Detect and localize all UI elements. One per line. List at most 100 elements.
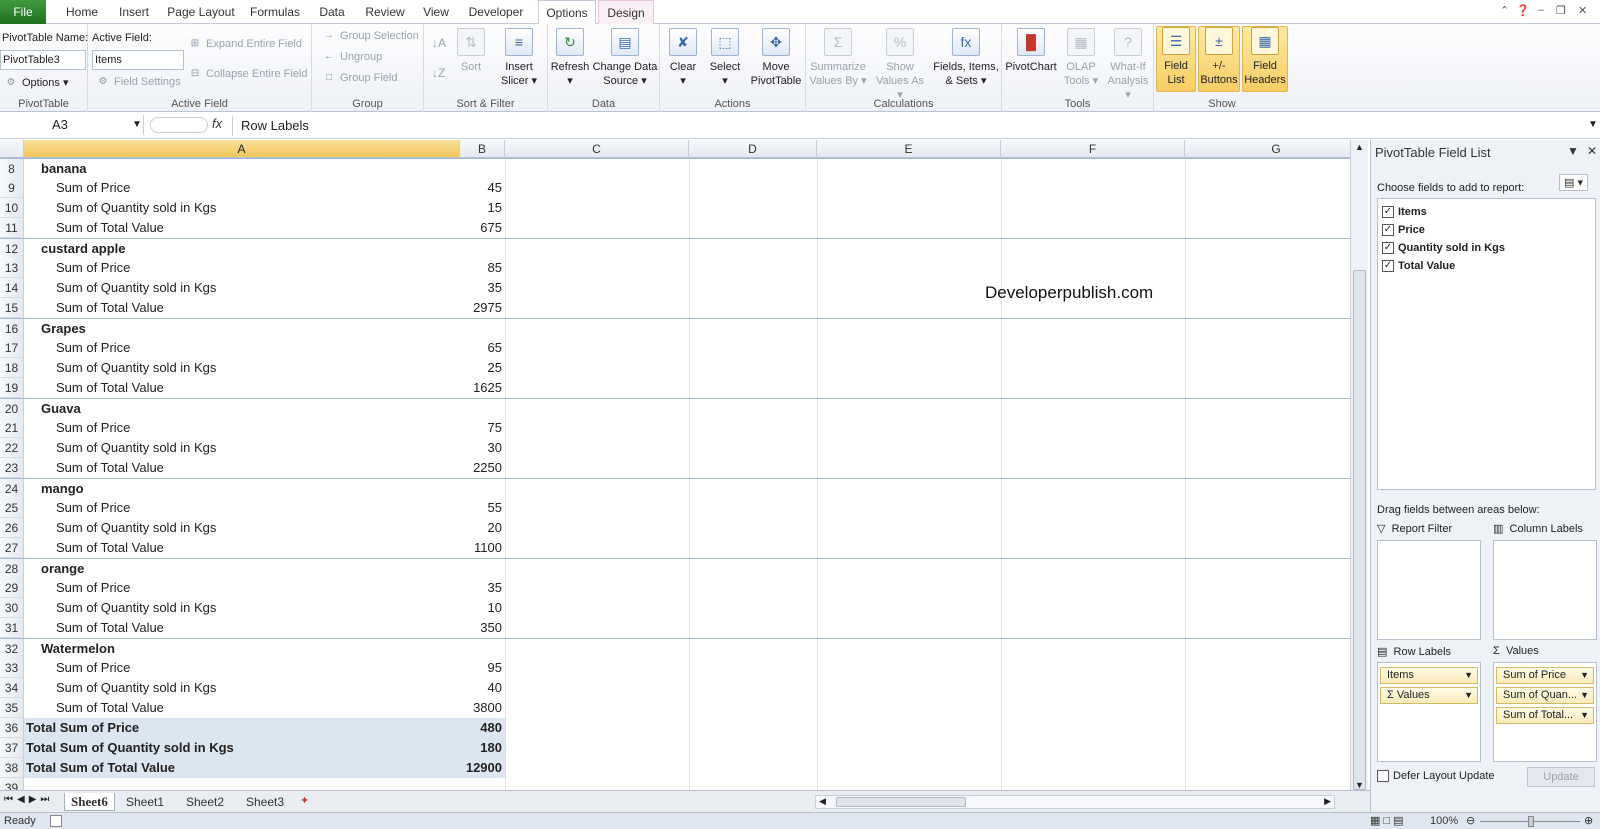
cell-b[interactable]: 55 xyxy=(460,498,505,518)
cell-a[interactable]: banana xyxy=(24,159,460,179)
tab-design[interactable]: Design xyxy=(598,0,654,24)
row-number[interactable]: 25 xyxy=(0,498,24,518)
fields-items-sets-button[interactable]: fx Fields, Items, & Sets ▾ xyxy=(932,28,1000,88)
chevron-down-icon[interactable]: ▼ xyxy=(1464,668,1473,683)
row-number[interactable]: 35 xyxy=(0,698,24,718)
defer-checkbox[interactable] xyxy=(1377,770,1389,783)
cell-b[interactable]: 20 xyxy=(460,518,505,538)
row-labels-area[interactable]: Items ▼ Σ Values ▼ xyxy=(1377,662,1481,762)
column-header-c[interactable]: C xyxy=(505,140,689,158)
chevron-down-icon[interactable]: ▼ xyxy=(1580,688,1589,703)
close-icon[interactable]: ✕ xyxy=(1587,144,1597,158)
select-button[interactable]: ⬚ Select ▾ xyxy=(706,28,744,88)
vertical-scroll-thumb[interactable] xyxy=(1353,270,1366,790)
show-values-as-button[interactable]: % Show Values As ▾ xyxy=(872,28,928,102)
cell-b[interactable]: 480 xyxy=(460,718,505,738)
row-number[interactable]: 21 xyxy=(0,418,24,438)
cell-a[interactable]: Sum of Price xyxy=(24,498,460,518)
cell-b[interactable] xyxy=(460,319,505,339)
value-chip-sum-total[interactable]: Sum of Total... ▼ xyxy=(1496,707,1594,724)
cell-b[interactable]: 3800 xyxy=(460,698,505,718)
cell-a[interactable] xyxy=(24,778,460,790)
layout-picker-icon[interactable]: ▤ ▾ xyxy=(1559,174,1588,191)
chevron-down-icon[interactable]: ▼ xyxy=(1580,668,1589,683)
worksheet-grid[interactable]: A B C D E F G 8 banana 9 Sum of Price 45 10 Su… xyxy=(0,140,1350,790)
cell-b[interactable]: 2975 xyxy=(460,298,505,318)
field-list-button[interactable]: ☰ Field List xyxy=(1156,26,1196,92)
move-pivottable-button[interactable]: ✥ Move PivotTable xyxy=(748,28,804,88)
cell-a[interactable]: Total Sum of Total Value xyxy=(24,758,460,778)
cell-a[interactable]: Sum of Quantity sold in Kgs xyxy=(24,678,460,698)
refresh-button[interactable]: ↻ Refresh ▾ xyxy=(550,28,590,88)
row-number[interactable]: 8 xyxy=(0,159,24,179)
value-chip-sum-price[interactable]: Sum of Price ▼ xyxy=(1496,667,1594,684)
tab-developer[interactable]: Developer xyxy=(462,0,530,24)
cell-a[interactable]: Sum of Total Value xyxy=(24,698,460,718)
scroll-left-icon[interactable]: ◀ xyxy=(819,796,826,807)
row-number[interactable]: 30 xyxy=(0,598,24,618)
row-number[interactable]: 39 xyxy=(0,778,24,790)
cell-b[interactable] xyxy=(460,559,505,579)
row-number[interactable]: 37 xyxy=(0,738,24,758)
cell-a[interactable]: Sum of Total Value xyxy=(24,298,460,318)
row-number[interactable]: 15 xyxy=(0,298,24,318)
cell-b[interactable]: 85 xyxy=(460,258,505,278)
cell-b[interactable]: 15 xyxy=(460,198,505,218)
sort-button[interactable]: ⇅ Sort xyxy=(454,28,488,74)
row-number[interactable]: 20 xyxy=(0,399,24,419)
plus-minus-buttons-button[interactable]: ± +/- Buttons xyxy=(1198,26,1240,92)
cell-b[interactable]: 1625 xyxy=(460,378,505,398)
cell-b[interactable] xyxy=(460,778,505,790)
cell-a[interactable]: Sum of Price xyxy=(24,658,460,678)
field-item[interactable]: ✓ Total Value xyxy=(1382,257,1455,275)
name-box[interactable]: A3 ▼ xyxy=(0,115,144,135)
cell-b[interactable]: 180 xyxy=(460,738,505,758)
what-if-button[interactable]: ? What-If Analysis ▾ xyxy=(1104,28,1152,102)
cell-a[interactable]: Watermelon xyxy=(24,639,460,659)
cell-b[interactable]: 25 xyxy=(460,358,505,378)
field-checkbox[interactable]: ✓ xyxy=(1382,206,1394,219)
sheet-tab-sheet3[interactable]: Sheet3 xyxy=(240,793,290,811)
column-header-a[interactable]: A xyxy=(24,140,460,158)
tab-insert[interactable]: Insert xyxy=(112,0,156,24)
pivotchart-button[interactable]: █ PivotChart xyxy=(1004,28,1058,74)
cell-b[interactable]: 2250 xyxy=(460,458,505,478)
cell-a[interactable]: Sum of Quantity sold in Kgs xyxy=(24,598,460,618)
horizontal-scrollbar[interactable]: ◀ ▶ xyxy=(815,795,1335,809)
ungroup-button[interactable]: ← Ungroup xyxy=(322,51,382,63)
sheet-tab-sheet1[interactable]: Sheet1 xyxy=(120,793,170,811)
row-number[interactable]: 36 xyxy=(0,718,24,738)
insert-sheet-icon[interactable]: ✦ xyxy=(300,794,309,807)
change-data-source-button[interactable]: ▤ Change Data Source ▾ xyxy=(592,28,658,88)
insert-function-icon[interactable]: fx xyxy=(212,116,222,131)
cell-a[interactable]: Sum of Total Value xyxy=(24,458,460,478)
options-button[interactable]: ⚙ Options ▾ xyxy=(4,76,69,89)
horizontal-scroll-thumb[interactable] xyxy=(836,797,966,807)
row-number[interactable]: 28 xyxy=(0,559,24,579)
cell-a[interactable]: Sum of Price xyxy=(24,338,460,358)
field-headers-button[interactable]: ▦ Field Headers xyxy=(1242,26,1288,92)
cell-b[interactable] xyxy=(460,159,505,179)
scroll-right-icon[interactable]: ▶ xyxy=(1324,796,1331,807)
cell-a[interactable]: Sum of Price xyxy=(24,258,460,278)
chevron-down-icon[interactable]: ▼ xyxy=(1464,688,1473,703)
cell-b[interactable]: 95 xyxy=(460,658,505,678)
row-number[interactable]: 13 xyxy=(0,258,24,278)
column-header-e[interactable]: E xyxy=(817,140,1001,158)
column-labels-area[interactable] xyxy=(1493,540,1597,640)
zoom-level[interactable]: 100% xyxy=(1430,813,1458,829)
minimize-ribbon-icon[interactable]: ⌃ xyxy=(1500,4,1509,17)
window-close-icon[interactable]: ✕ xyxy=(1578,4,1587,17)
collapse-field-button[interactable]: ⊟ Collapse Entire Field xyxy=(188,68,308,80)
cell-b[interactable]: 1100 xyxy=(460,538,505,558)
clear-button[interactable]: ✘ Clear ▾ xyxy=(664,28,702,88)
cell-b[interactable]: 675 xyxy=(460,218,505,238)
row-number[interactable]: 31 xyxy=(0,618,24,638)
row-number[interactable]: 26 xyxy=(0,518,24,538)
row-number[interactable]: 9 xyxy=(0,178,24,198)
help-icon[interactable]: ❓ xyxy=(1516,4,1530,17)
row-number[interactable]: 14 xyxy=(0,278,24,298)
row-number[interactable]: 19 xyxy=(0,378,24,398)
tab-view[interactable]: View xyxy=(418,0,454,24)
cell-b[interactable]: 75 xyxy=(460,418,505,438)
